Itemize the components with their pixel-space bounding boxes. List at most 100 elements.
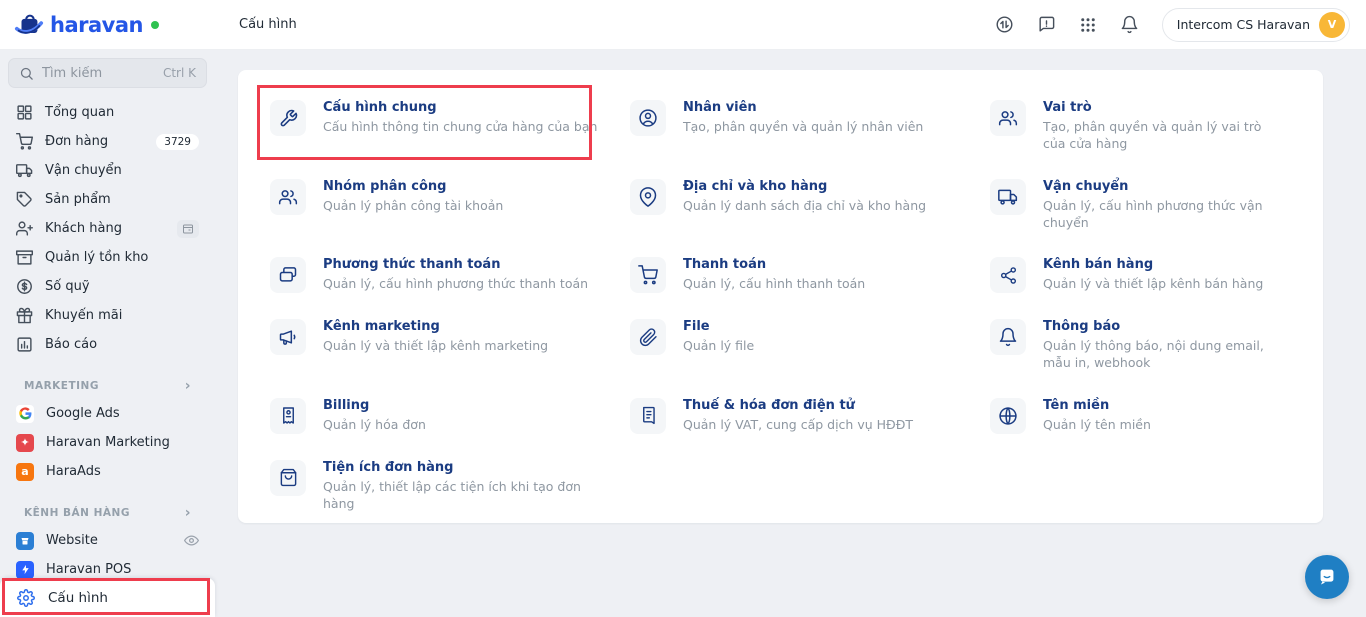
settings-grid: Cấu hình chung Cấu hình thông tin chung … bbox=[238, 70, 1323, 532]
topbar: haravan Cấu hình Intercom CS Haravan V bbox=[0, 0, 1366, 50]
card-thanh-toan[interactable]: Thanh toán Quản lý, cấu hình thanh toán bbox=[630, 257, 990, 293]
brand-text: haravan bbox=[50, 12, 143, 37]
card-text: Billing Quản lý hóa đơn bbox=[323, 398, 426, 433]
notifications-bell-icon[interactable] bbox=[1120, 15, 1139, 34]
card-van-chuyen[interactable]: Vận chuyển Quản lý, cấu hình phương thức… bbox=[990, 178, 1303, 232]
card-desc: Quản lý, cấu hình phương thức vận chuyển bbox=[1043, 197, 1263, 230]
website-icon bbox=[16, 531, 34, 550]
card-title: Vận chuyển bbox=[1043, 178, 1129, 194]
account-name: Intercom CS Haravan bbox=[1176, 17, 1310, 32]
section-label: MARKETING bbox=[24, 380, 99, 392]
sidebar-item-label: Haravan POS bbox=[46, 562, 132, 577]
intercom-chat-button[interactable] bbox=[1305, 555, 1349, 599]
sidebar-item-khach-hang[interactable]: Khách hàng bbox=[8, 214, 207, 243]
sidebar-item-cau-hinh[interactable]: Cấu hình bbox=[0, 578, 215, 617]
card-thong-bao[interactable]: Thông báo Quản lý thông báo, nội dung em… bbox=[990, 319, 1303, 372]
truck-icon bbox=[990, 178, 1026, 215]
open-panel-icon[interactable] bbox=[177, 219, 199, 238]
card-title: Billing bbox=[323, 397, 370, 413]
card-desc: Tạo, phân quyền và quản lý vai trò của c… bbox=[1043, 119, 1262, 152]
sidebar-item-label: Cấu hình bbox=[48, 589, 108, 606]
card-desc: Quản lý và thiết lập kênh marketing bbox=[323, 338, 549, 353]
receipt-icon bbox=[270, 397, 306, 434]
card-desc: Quản lý hóa đơn bbox=[323, 416, 426, 432]
card-nhan-vien[interactable]: Nhân viên Tạo, phân quyền và quản lý nhâ… bbox=[630, 100, 990, 136]
card-title: Thanh toán bbox=[683, 257, 767, 272]
sidebar-item-san-pham[interactable]: Sản phẩm bbox=[8, 185, 207, 214]
status-online-dot bbox=[150, 20, 159, 29]
card-phuong-thuc-thanh-toan[interactable]: Phương thức thanh toán Quản lý, cấu hình… bbox=[270, 257, 630, 293]
card-nhom-phan-cong[interactable]: Nhóm phân công Quản lý phân công tài kho… bbox=[270, 178, 630, 215]
card-dia-chi-kho-hang[interactable]: Địa chỉ và kho hàng Quản lý danh sách đị… bbox=[630, 178, 990, 215]
card-title: Địa chỉ và kho hàng bbox=[683, 178, 828, 194]
card-title: Vai trò bbox=[1043, 100, 1092, 115]
card-title: Cấu hình chung bbox=[323, 100, 437, 115]
visibility-eye-icon[interactable] bbox=[184, 533, 199, 548]
card-cau-hinh-chung[interactable]: Cấu hình chung Cấu hình thông tin chung … bbox=[270, 100, 630, 136]
payment-cards-icon bbox=[270, 257, 306, 293]
share-icon bbox=[990, 257, 1026, 293]
card-file[interactable]: File Quản lý file bbox=[630, 319, 990, 355]
orders-count-badge: 3729 bbox=[156, 133, 199, 150]
card-vai-tro[interactable]: Vai trò Tạo, phân quyền và quản lý vai t… bbox=[990, 100, 1303, 153]
sidebar-item-van-chuyen[interactable]: Vận chuyển bbox=[8, 156, 207, 185]
sidebar-item-label: Quản lý tồn kho bbox=[45, 250, 149, 265]
sidebar-item-google-ads[interactable]: Google Ads bbox=[8, 399, 207, 428]
page-title: Cấu hình bbox=[239, 17, 297, 32]
gear-icon bbox=[17, 588, 35, 607]
card-billing[interactable]: Billing Quản lý hóa đơn bbox=[270, 397, 630, 434]
haravan-pos-icon bbox=[16, 560, 34, 579]
card-title: File bbox=[683, 319, 710, 334]
sidebar-item-don-hang[interactable]: Đơn hàng 3729 bbox=[8, 127, 207, 156]
topbar-actions: Intercom CS Haravan V bbox=[995, 7, 1366, 42]
section-marketing[interactable]: MARKETING › bbox=[16, 379, 199, 393]
card-kenh-ban-hang[interactable]: Kênh bán hàng Quản lý và thiết lập kênh … bbox=[990, 257, 1303, 293]
card-tien-ich-don-hang[interactable]: Tiện ích đơn hàng Quản lý, thiết lập các… bbox=[270, 459, 630, 513]
section-label: KÊNH BÁN HÀNG bbox=[24, 507, 130, 519]
sidebar-item-haraads[interactable]: a HaraAds bbox=[8, 457, 207, 486]
card-kenh-marketing[interactable]: Kênh marketing Quản lý và thiết lập kênh… bbox=[270, 319, 630, 355]
feedback-icon[interactable] bbox=[1037, 15, 1056, 34]
sync-icon[interactable] bbox=[995, 15, 1014, 34]
sidebar-item-bao-cao[interactable]: Báo cáo bbox=[8, 330, 207, 359]
card-text: Nhóm phân công Quản lý phân công tài kho… bbox=[323, 179, 503, 214]
card-title: Phương thức thanh toán bbox=[323, 257, 501, 272]
search-input[interactable] bbox=[42, 65, 155, 81]
card-desc: Quản lý và thiết lập kênh bán hàng bbox=[1043, 276, 1264, 291]
sidebar-item-tong-quan[interactable]: Tổng quan bbox=[8, 98, 207, 127]
users-icon bbox=[16, 220, 33, 237]
card-title: Thuế & hóa đơn điện tử bbox=[683, 397, 855, 413]
sidebar-item-label: Khách hàng bbox=[45, 221, 122, 236]
avatar: V bbox=[1319, 11, 1345, 38]
section-kenh-ban-hang[interactable]: KÊNH BÁN HÀNG › bbox=[16, 506, 199, 520]
sidebar-item-label: Sản phẩm bbox=[45, 192, 111, 207]
card-text: Thông báo Quản lý thông báo, nội dung em… bbox=[1043, 319, 1283, 372]
card-desc: Quản lý, cấu hình thanh toán bbox=[683, 276, 866, 291]
sidebar-item-so-quy[interactable]: Số quỹ bbox=[8, 272, 207, 301]
apps-grid-icon[interactable] bbox=[1079, 16, 1097, 34]
google-ads-icon bbox=[16, 404, 34, 423]
haravan-logo-icon bbox=[14, 10, 44, 40]
sidebar-item-label: HaraAds bbox=[46, 464, 101, 479]
haravan-logo[interactable]: haravan bbox=[0, 10, 215, 40]
card-title: Thông báo bbox=[1043, 319, 1121, 334]
sidebar-item-khuyen-mai[interactable]: Khuyến mãi bbox=[8, 301, 207, 330]
people-group-icon bbox=[990, 100, 1026, 136]
account-menu[interactable]: Intercom CS Haravan V bbox=[1161, 7, 1350, 42]
search-box[interactable]: Ctrl K bbox=[8, 58, 207, 88]
sidebar-item-haravan-marketing[interactable]: ✦ Haravan Marketing bbox=[8, 428, 207, 457]
globe-icon bbox=[990, 397, 1026, 434]
sidebar-item-label: Vận chuyển bbox=[45, 163, 122, 178]
sidebar-item-ton-kho[interactable]: Quản lý tồn kho bbox=[8, 243, 207, 272]
card-thue-hoa-don[interactable]: Thuế & hóa đơn điện tử Quản lý VAT, cung… bbox=[630, 397, 990, 434]
sidebar-item-label: Khuyến mãi bbox=[45, 308, 123, 323]
sidebar-item-label: Tổng quan bbox=[45, 105, 115, 120]
card-ten-mien[interactable]: Tên miền Quản lý tên miền bbox=[990, 397, 1303, 434]
card-text: Địa chỉ và kho hàng Quản lý danh sách đị… bbox=[683, 179, 926, 214]
sidebar-item-website[interactable]: Website bbox=[8, 526, 207, 555]
archive-icon bbox=[16, 249, 33, 266]
card-text: Thuế & hóa đơn điện tử Quản lý VAT, cung… bbox=[683, 398, 913, 433]
haraads-icon: a bbox=[16, 462, 34, 481]
dollar-circle-icon bbox=[16, 278, 33, 295]
card-text: Phương thức thanh toán Quản lý, cấu hình… bbox=[323, 257, 588, 292]
